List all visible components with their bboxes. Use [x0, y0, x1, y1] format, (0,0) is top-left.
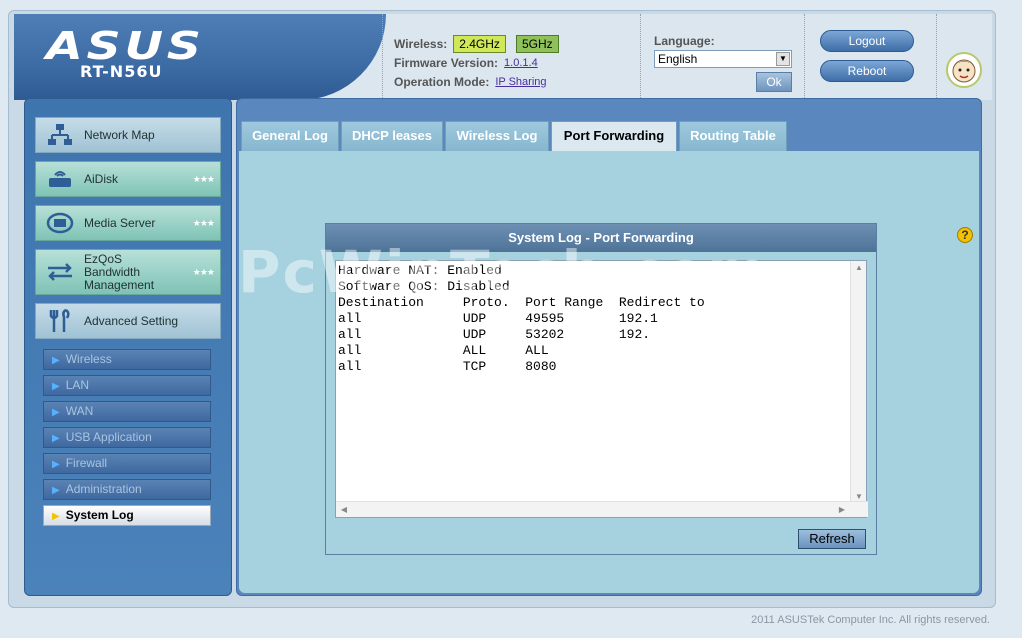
sidebar-item-label: Media Server	[84, 216, 156, 230]
arrow-right-icon: ▶	[52, 407, 60, 418]
chevron-down-icon[interactable]: ▼	[776, 52, 790, 66]
tab-general-log[interactable]: General Log	[241, 121, 339, 151]
language-select[interactable]: English ▼	[654, 50, 792, 68]
submenu-item-firewall[interactable]: ▶ Firewall	[43, 453, 211, 474]
sidebar-item-ezqos[interactable]: EzQoS Bandwidth Management ★★★	[35, 249, 221, 295]
scroll-down-icon[interactable]: ▼	[851, 492, 867, 501]
tab-wireless-log[interactable]: Wireless Log	[445, 121, 549, 151]
submenu-item-label: Firewall	[65, 456, 108, 470]
arrow-right-icon: ▶	[52, 433, 60, 444]
sidebar-menu: Network Map AiDisk ★★★ Media Server ★★★ …	[24, 98, 232, 596]
band-5ghz-button[interactable]: 5GHz	[515, 34, 559, 53]
log-panel: System Log - Port Forwarding Hardware NA…	[325, 223, 877, 555]
tab-dhcp-leases[interactable]: DHCP leases	[341, 121, 443, 151]
operation-mode-link[interactable]: IP Sharing	[495, 76, 546, 88]
main-content: General Log DHCP leases Wireless Log Por…	[236, 98, 982, 596]
refresh-button[interactable]: Refresh	[798, 529, 866, 549]
submenu-item-label: WAN	[65, 404, 94, 418]
copyright-footer: 2011 ASUSTek Computer Inc. All rights re…	[751, 614, 990, 626]
header: ASUS RT-N56U Wireless: 2.4GHz 5GHz Firmw…	[14, 14, 992, 100]
band-24ghz-button[interactable]: 2.4GHz	[453, 34, 506, 53]
star-icon: ★★★	[192, 173, 215, 184]
log-content: Hardware NAT: Enabled Software QoS: Disa…	[338, 263, 705, 374]
submenu-item-administration[interactable]: ▶ Administration	[43, 479, 211, 500]
router-info: Wireless: 2.4GHz 5GHz Firmware Version: …	[394, 34, 569, 91]
scroll-right-icon[interactable]: ▶	[834, 505, 850, 514]
star-icon: ★★★	[192, 266, 215, 277]
sidebar-item-label: Advanced Setting	[84, 314, 179, 328]
media-server-icon	[36, 208, 84, 238]
submenu-item-system-log[interactable]: ▶ System Log	[43, 505, 211, 526]
language-label: Language:	[654, 34, 715, 48]
sidebar-item-advanced-setting[interactable]: Advanced Setting	[35, 303, 221, 339]
sidebar-item-aidisk[interactable]: AiDisk ★★★	[35, 161, 221, 197]
language-ok-button[interactable]: Ok	[756, 72, 792, 92]
tab-routing-table[interactable]: Routing Table	[679, 121, 787, 151]
submenu-item-lan[interactable]: ▶ LAN	[43, 375, 211, 396]
mascot-icon	[946, 52, 982, 88]
arrow-right-icon: ▶	[52, 459, 60, 470]
reboot-button[interactable]: Reboot	[820, 60, 914, 82]
bandwidth-icon	[36, 257, 84, 287]
sidebar-item-label: AiDisk	[84, 172, 119, 186]
sidebar-item-label: EzQoS Bandwidth Management	[84, 251, 155, 292]
submenu-item-label: Wireless	[65, 352, 112, 366]
tab-content: ? System Log - Port Forwarding Hardware …	[239, 151, 979, 593]
scroll-up-icon[interactable]: ▲	[851, 263, 867, 272]
submenu-item-label: Administration	[65, 482, 142, 496]
network-map-icon	[36, 120, 84, 150]
logo-area: ASUS RT-N56U	[14, 14, 386, 100]
language-value: English	[658, 52, 698, 66]
firmware-label: Firmware Version:	[394, 55, 499, 70]
sidebar-item-network-map[interactable]: Network Map	[35, 117, 221, 153]
wireless-label: Wireless:	[394, 36, 448, 51]
submenu-item-label: System Log	[65, 508, 134, 522]
header-divider	[382, 14, 383, 100]
arrow-right-icon: ▶	[52, 381, 60, 392]
header-divider	[640, 14, 641, 100]
opmode-label: Operation Mode:	[394, 74, 490, 89]
header-divider	[804, 14, 805, 100]
logout-button[interactable]: Logout	[820, 30, 914, 52]
header-divider	[936, 14, 937, 100]
submenu-item-wireless[interactable]: ▶ Wireless	[43, 349, 211, 370]
help-icon[interactable]: ?	[957, 227, 973, 243]
tools-icon	[36, 306, 84, 336]
submenu-item-label: USB Application	[65, 430, 152, 444]
sidebar-item-media-server[interactable]: Media Server ★★★	[35, 205, 221, 241]
arrow-right-icon: ▶	[52, 355, 60, 366]
arrow-right-icon: ▶	[52, 511, 60, 522]
disk-icon	[36, 164, 84, 194]
scroll-left-icon[interactable]: ◀	[336, 505, 352, 514]
firmware-version-link[interactable]: 1.0.1.4	[504, 57, 538, 69]
sidebar-item-label: Network Map	[84, 128, 155, 142]
submenu-item-usb-application[interactable]: ▶ USB Application	[43, 427, 211, 448]
model-name: RT-N56U	[80, 62, 163, 81]
arrow-right-icon: ▶	[52, 485, 60, 496]
panel-title: System Log - Port Forwarding	[326, 224, 876, 252]
log-textarea[interactable]: Hardware NAT: Enabled Software QoS: Disa…	[335, 260, 868, 518]
submenu-item-wan[interactable]: ▶ WAN	[43, 401, 211, 422]
star-icon: ★★★	[192, 217, 215, 228]
submenu-item-label: LAN	[65, 378, 90, 392]
tab-port-forwarding[interactable]: Port Forwarding	[551, 121, 677, 152]
vertical-scrollbar[interactable]: ▲ ▼	[850, 261, 866, 503]
horizontal-scrollbar[interactable]: ◀ ▶	[336, 501, 868, 517]
